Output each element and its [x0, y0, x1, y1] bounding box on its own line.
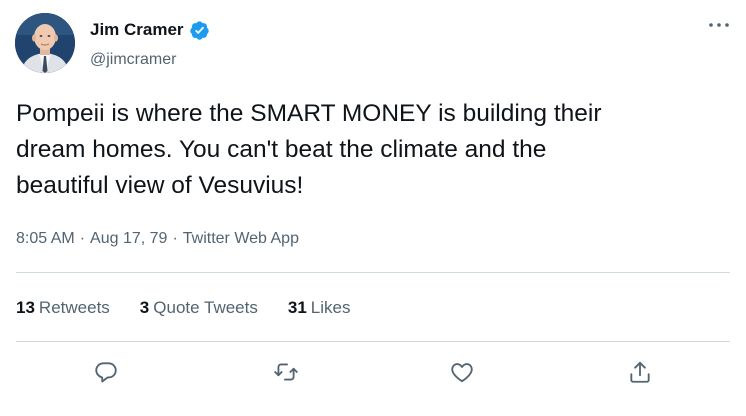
avatar-image: [15, 13, 75, 73]
retweets-count: 13: [16, 298, 35, 317]
like-button[interactable]: [445, 355, 479, 389]
more-options-button[interactable]: [706, 14, 732, 36]
tweet-stats: 13 Retweets 3 Quote Tweets 31 Likes: [16, 297, 350, 319]
retweets-stat[interactable]: 13 Retweets: [16, 297, 110, 319]
tweet-meta: 8:05 AM · Aug 17, 79 · Twitter Web App: [16, 229, 299, 249]
tweet-card: Jim Cramer @jimcramer Pompeii is where t…: [0, 0, 746, 416]
author-display-name[interactable]: Jim Cramer: [90, 19, 184, 41]
quote-tweets-label: Quote Tweets: [153, 298, 258, 317]
tweet-text: Pompeii is where the SMART MONEY is buil…: [16, 100, 602, 199]
meta-separator: ·: [79, 230, 86, 247]
more-icon: [709, 23, 729, 27]
retweet-button[interactable]: [269, 355, 303, 389]
author-name-row: Jim Cramer: [90, 19, 210, 41]
meta-separator: ·: [172, 230, 178, 247]
likes-label: Likes: [310, 298, 351, 317]
like-icon: [451, 363, 473, 383]
likes-stat[interactable]: 31 Likes: [288, 297, 351, 319]
tweet-time[interactable]: 8:05 AM: [16, 229, 75, 249]
retweets-label: Retweets: [38, 298, 110, 317]
author-handle[interactable]: @jimcramer: [90, 50, 176, 70]
tweet-date[interactable]: Aug 17, 79: [90, 229, 167, 249]
share-button[interactable]: [623, 355, 657, 389]
divider: [16, 341, 730, 342]
action-bar: [0, 352, 746, 392]
quote-tweets-count: 3: [139, 298, 150, 317]
quote-tweets-stat[interactable]: 3 Quote Tweets: [140, 297, 258, 319]
share-icon: [630, 361, 650, 383]
retweet-icon: [274, 363, 298, 381]
avatar[interactable]: [15, 13, 75, 73]
verified-badge-icon: [189, 20, 210, 41]
reply-icon: [95, 362, 117, 383]
tweet-source[interactable]: Twitter Web App: [183, 229, 299, 249]
reply-button[interactable]: [89, 355, 123, 389]
divider: [16, 272, 730, 273]
likes-count: 31: [287, 298, 307, 317]
